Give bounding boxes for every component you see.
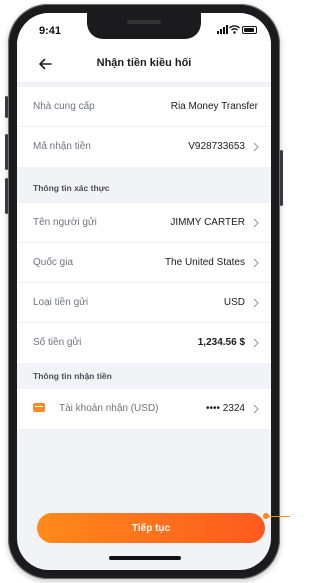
speaker xyxy=(127,20,161,24)
callout-line xyxy=(266,516,290,517)
chevron-right-icon xyxy=(253,142,259,152)
receive-section-title: Thông tin nhận tiền xyxy=(33,371,112,381)
receive-account-row[interactable]: Tài khoản nhận (USD) •••• 2324 xyxy=(17,389,271,429)
continue-button[interactable]: Tiếp tục xyxy=(37,513,265,543)
sender-name-label: Tên người gửi xyxy=(33,217,97,228)
country-row[interactable]: Quốc gia The United States xyxy=(17,243,271,283)
status-time: 9:41 xyxy=(39,25,62,37)
receive-account-value: •••• 2324 xyxy=(205,403,245,414)
callout-dot xyxy=(263,513,269,519)
page-title: Nhận tiền kiều hối xyxy=(96,57,192,69)
provider-label: Nhà cung cấp xyxy=(33,101,95,112)
amount-row[interactable]: Số tiền gửi 1,234.56 $ xyxy=(17,323,271,363)
amount-label: Số tiền gửi xyxy=(33,337,82,348)
chevron-right-icon xyxy=(253,218,259,228)
receive-account-label: Tài khoản nhận (USD) xyxy=(59,403,159,414)
card-icon xyxy=(33,403,45,412)
currency-value: USD xyxy=(223,297,245,308)
app-header: Nhận tiền kiều hối xyxy=(17,45,271,83)
volume-up-button xyxy=(5,134,8,170)
receive-code-value: V928733653 xyxy=(188,141,245,152)
receive-code-row[interactable]: Mã nhận tiền V928733653 xyxy=(17,127,271,167)
volume-down-button xyxy=(5,178,8,214)
chevron-right-icon xyxy=(253,338,259,348)
signal-icon xyxy=(217,25,228,34)
battery-icon xyxy=(242,26,257,34)
sender-name-row[interactable]: Tên người gửi JIMMY CARTER xyxy=(17,203,271,243)
verification-card: Tên người gửi JIMMY CARTER Quốc gia The … xyxy=(17,203,271,363)
status-bar: 9:41 xyxy=(17,13,271,45)
sender-name-value: JIMMY CARTER xyxy=(170,217,245,228)
amount-value: 1,234.56 $ xyxy=(197,337,245,348)
currency-label: Loại tiền gửi xyxy=(33,297,89,308)
app-screen: 9:41 Nhận tiền kiều hối Nhà cung cấp Ria… xyxy=(17,13,271,570)
status-icons xyxy=(217,25,257,35)
chevron-right-icon xyxy=(253,258,259,268)
receive-card: Tài khoản nhận (USD) •••• 2324 xyxy=(17,389,271,429)
notch xyxy=(87,13,201,39)
silent-switch xyxy=(5,96,8,118)
currency-row[interactable]: Loại tiền gửi USD xyxy=(17,283,271,323)
provider-row: Nhà cung cấp Ria Money Transfer xyxy=(17,87,271,127)
provider-value: Ria Money Transfer xyxy=(170,101,258,112)
country-label: Quốc gia xyxy=(33,257,74,268)
wifi-icon xyxy=(229,25,240,34)
home-indicator xyxy=(109,556,181,560)
power-button xyxy=(280,150,283,206)
provider-card: Nhà cung cấp Ria Money Transfer Mã nhận … xyxy=(17,87,271,167)
verification-section-title: Thông tin xác thực xyxy=(33,183,110,193)
country-value: The United States xyxy=(164,257,245,268)
chevron-right-icon xyxy=(253,298,259,308)
receive-code-label: Mã nhận tiền xyxy=(33,141,91,152)
chevron-right-icon xyxy=(253,404,259,414)
